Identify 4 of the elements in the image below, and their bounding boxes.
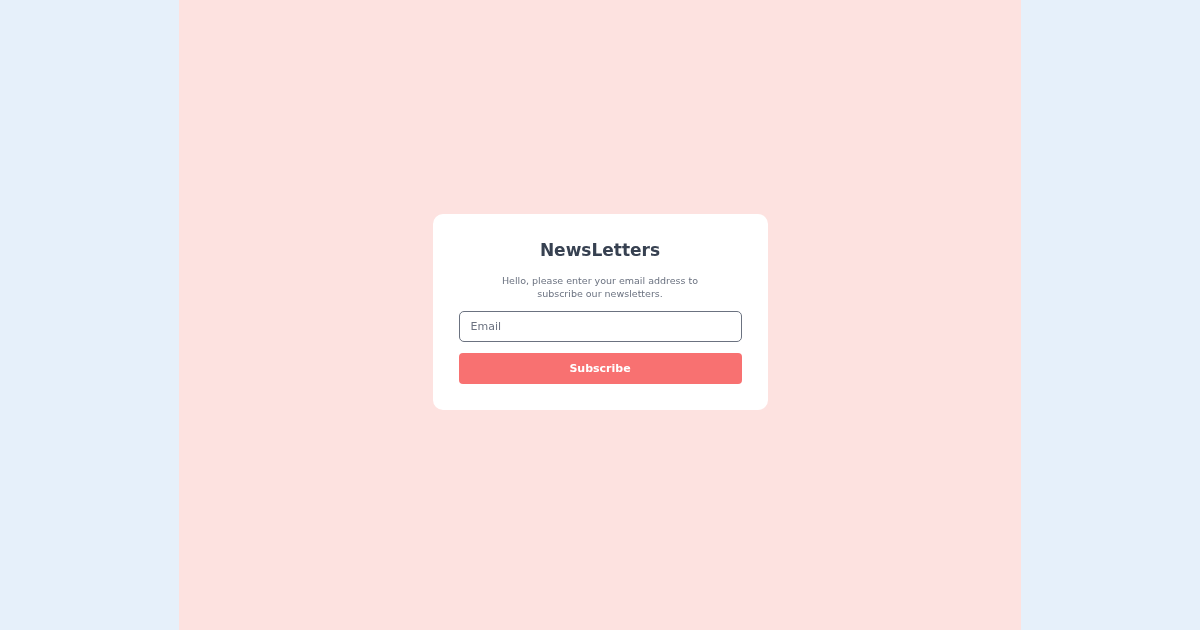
email-field[interactable]: Email bbox=[458, 311, 742, 342]
card-description: Hello, please enter your email address to subscribe our newsletters. bbox=[500, 274, 700, 300]
card-title: NewsLetters bbox=[539, 239, 661, 262]
subscribe-button[interactable]: Subscribe bbox=[458, 353, 742, 384]
